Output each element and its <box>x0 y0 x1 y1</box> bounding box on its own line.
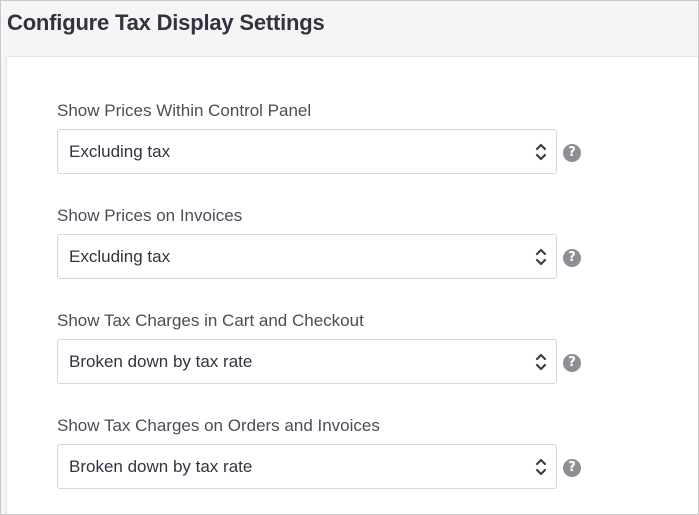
field-orders-invoices-tax: Show Tax Charges on Orders and Invoices … <box>57 414 581 489</box>
field-label: Show Prices on Invoices <box>57 206 243 225</box>
question-circle-icon[interactable]: ? <box>563 458 581 477</box>
field-label: Show Tax Charges on Orders and Invoices <box>57 416 380 435</box>
select-value: Excluding tax <box>69 141 171 161</box>
field-row: Excluding tax ? <box>57 129 581 174</box>
page-header: Configure Tax Display Settings <box>1 1 698 45</box>
field-control-panel-prices: Show Prices Within Control Panel Excludi… <box>57 99 581 174</box>
field-cart-checkout-tax: Show Tax Charges in Cart and Checkout Br… <box>57 309 581 384</box>
up-down-chevron-icon <box>535 248 547 265</box>
field-label: Show Tax Charges in Cart and Checkout <box>57 311 364 330</box>
settings-panel: Show Prices Within Control Panel Excludi… <box>6 56 698 514</box>
up-down-chevron-icon <box>535 458 547 475</box>
field-invoice-prices: Show Prices on Invoices Excluding tax ? <box>57 204 581 279</box>
question-circle-icon[interactable]: ? <box>563 248 581 267</box>
question-circle-icon[interactable]: ? <box>563 353 581 372</box>
orders-invoices-tax-select[interactable]: Broken down by tax rate <box>57 444 557 489</box>
field-label: Show Prices Within Control Panel <box>57 101 312 120</box>
question-circle-icon[interactable]: ? <box>563 143 581 162</box>
field-row: Broken down by tax rate ? <box>57 339 581 384</box>
select-value: Broken down by tax rate <box>69 456 253 476</box>
field-row: Excluding tax ? <box>57 234 581 279</box>
page-title: Configure Tax Display Settings <box>7 10 325 35</box>
control-panel-prices-select[interactable]: Excluding tax <box>57 129 557 174</box>
field-row: Broken down by tax rate ? <box>57 444 581 489</box>
select-value: Broken down by tax rate <box>69 351 253 371</box>
up-down-chevron-icon <box>535 353 547 370</box>
tax-settings-window: Configure Tax Display Settings Show Pric… <box>0 0 699 515</box>
cart-checkout-tax-select[interactable]: Broken down by tax rate <box>57 339 557 384</box>
up-down-chevron-icon <box>535 143 547 160</box>
select-value: Excluding tax <box>69 246 171 266</box>
invoice-prices-select[interactable]: Excluding tax <box>57 234 557 279</box>
